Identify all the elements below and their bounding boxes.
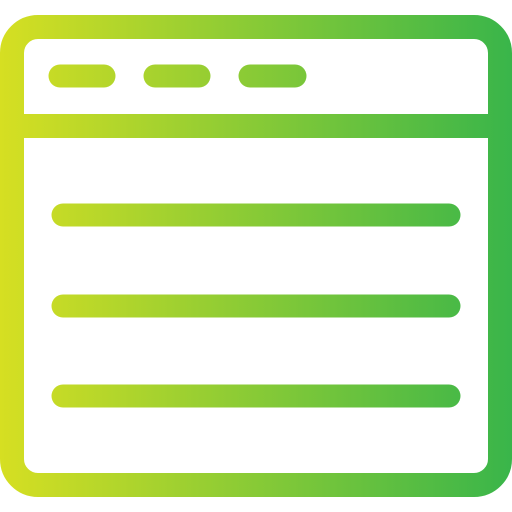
browser-window-icon xyxy=(0,0,512,512)
content-lines xyxy=(51,203,461,408)
browser-window-svg xyxy=(0,15,512,497)
window-frame xyxy=(0,15,512,497)
